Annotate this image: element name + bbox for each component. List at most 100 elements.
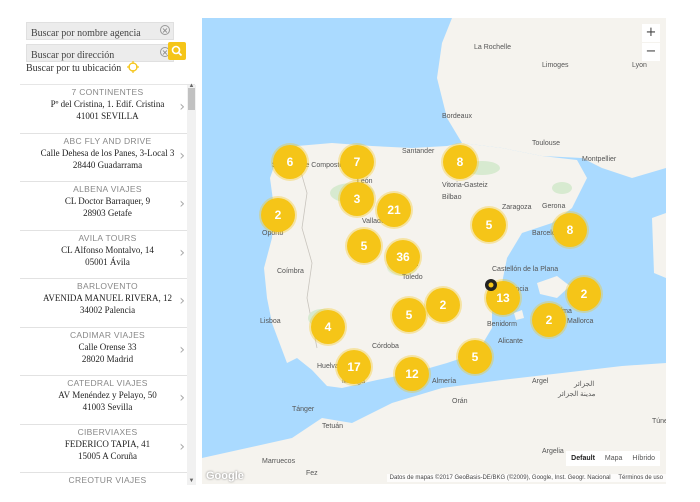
map-type-default[interactable]: Default xyxy=(566,451,600,466)
map-place-label: Bilbao xyxy=(442,194,462,201)
map-cluster[interactable]: 8 xyxy=(443,145,477,179)
address-field[interactable]: × xyxy=(26,44,181,64)
map-place-label: Bordeaux xyxy=(442,113,472,120)
agency-city: 34002 Palencia xyxy=(79,305,136,315)
list-scrollbar[interactable]: ▲ ▼ xyxy=(187,83,196,485)
map-cluster[interactable]: 6 xyxy=(273,145,307,179)
map-cluster[interactable]: 17 xyxy=(337,350,371,384)
map-cluster[interactable]: 8 xyxy=(553,213,587,247)
map-cluster[interactable]: 5 xyxy=(347,229,381,263)
map-land xyxy=(202,18,666,484)
map-place-label: Vitoria-Gasteiz xyxy=(442,182,488,189)
map-place-label: Marruecos xyxy=(262,458,296,465)
chevron-right-icon[interactable]: › xyxy=(179,99,185,115)
map-place-label: Benidorm xyxy=(487,321,517,328)
chevron-right-icon[interactable]: › xyxy=(179,342,185,358)
attribution-text: Datos de mapas ©2017 GeoBasis-DE/BKG (©2… xyxy=(389,475,611,481)
chevron-right-icon[interactable]: › xyxy=(179,390,185,406)
clear-icon[interactable]: × xyxy=(160,25,170,35)
map-place-label: Argelia xyxy=(542,448,564,455)
map-cluster[interactable]: 2 xyxy=(426,288,460,322)
agency-city: 05001 Ávila xyxy=(85,256,130,267)
map-attribution: Datos de mapas ©2017 GeoBasis-DE/BKG (©2… xyxy=(386,474,666,482)
terms-link[interactable]: Términos de uso xyxy=(618,475,663,481)
map-place-label: Mallorca xyxy=(567,318,594,325)
zoom-in-button[interactable]: + xyxy=(642,24,660,42)
agency-name: ABC FLY AND DRIVE xyxy=(63,135,152,146)
chevron-right-icon[interactable]: › xyxy=(179,196,185,212)
agency-address: FEDERICO TAPIA, 41 xyxy=(64,438,151,449)
map-place-label: Castellón de la Plana xyxy=(492,266,559,273)
list-item[interactable]: AVILA TOURS CL Alfonso Montalvo, 14 05001 … xyxy=(20,231,195,279)
map-cluster[interactable]: 5 xyxy=(472,208,506,242)
search-button[interactable] xyxy=(168,42,186,60)
zoom-out-button[interactable]: − xyxy=(642,43,660,61)
agency-city: 41003 Sevilla xyxy=(82,402,133,412)
list-item[interactable]: 7 CONTINENTES Pº del Cristina, 1. Edif. C… xyxy=(20,85,195,134)
map-place-label: Fez xyxy=(306,470,318,477)
map-cluster[interactable]: 5 xyxy=(392,298,426,332)
map-cluster[interactable]: 2 xyxy=(261,198,295,232)
map-place-label: Toledo xyxy=(402,274,423,281)
agency-address: Calle Dehesa de los Panes, 3-Local 3 xyxy=(40,147,175,158)
agency-name-input[interactable] xyxy=(27,25,181,42)
chevron-right-icon[interactable]: › xyxy=(179,293,185,309)
agency-address: CL Doctor Barraquer, 9 xyxy=(64,196,151,206)
map-place-label: Limoges xyxy=(542,62,569,69)
agency-name: CIBERVIAXES xyxy=(77,426,138,437)
map-cluster[interactable]: 2 xyxy=(567,277,601,311)
map-cluster[interactable]: 5 xyxy=(458,340,492,374)
agency-name: ALBENA VIAJES xyxy=(73,184,142,194)
scroll-down-arrow[interactable]: ▼ xyxy=(187,478,196,484)
map-cluster[interactable]: 4 xyxy=(311,310,345,344)
map-cluster[interactable]: 21 xyxy=(377,193,411,227)
map-cluster[interactable]: 12 xyxy=(395,357,429,391)
map-place-label: Coímbra xyxy=(277,268,304,275)
agency-city: 28020 Madrid xyxy=(81,353,134,364)
map-place-label: مدينة الجزائر xyxy=(558,391,596,398)
map-place-label: Orán xyxy=(452,398,468,405)
list-item[interactable]: ALBENA VIAJES CL Doctor Barraquer, 9 28903… xyxy=(20,182,195,231)
map-view[interactable]: La Rochelle Limoges Lyon Bordeaux Toulouse Mo… xyxy=(202,18,666,484)
map-place-label: الجزائر xyxy=(574,381,595,388)
chevron-right-icon[interactable]: › xyxy=(179,148,185,164)
search-icon xyxy=(171,45,183,57)
agency-city: 28903 Getafe xyxy=(83,208,132,218)
map-place-label: Tánger xyxy=(292,406,315,413)
agency-city: 28440 Guadarrama xyxy=(72,159,143,170)
list-item[interactable]: BARLOVENTO AVENIDA MANUEL RIVERA, 12 34002… xyxy=(20,279,195,328)
list-item[interactable]: CADIMAR VIAJES Calle Orense 33 28020 Madri… xyxy=(20,328,195,376)
map-place-label: Gerona xyxy=(542,203,566,210)
map-cluster[interactable]: 2 xyxy=(532,303,566,337)
map-type-hybrid[interactable]: Híbrido xyxy=(627,451,660,466)
google-logo: Google xyxy=(206,470,244,482)
map-place-label: Lyon xyxy=(632,62,647,69)
map-place-label: Montpellier xyxy=(582,156,617,163)
map-cluster[interactable]: 7 xyxy=(340,145,374,179)
map-place-label: La Rochelle xyxy=(474,44,511,51)
list-item[interactable]: CREOTUR VIAJES› xyxy=(20,473,195,486)
map-type-map[interactable]: Mapa xyxy=(600,451,628,466)
map-place-label: Córdoba xyxy=(372,343,399,350)
agency-address: Calle Orense 33 xyxy=(78,341,137,352)
chevron-right-icon[interactable]: › xyxy=(179,245,185,261)
agency-address: AV Menéndez y Pelayo, 50 xyxy=(58,390,157,400)
agency-list[interactable]: 7 CONTINENTES Pº del Cristina, 1. Edif. C… xyxy=(20,84,195,486)
map-place-label: Alicante xyxy=(498,338,523,345)
locate-me-link[interactable]: Buscar por tu ubicación xyxy=(26,61,139,76)
agency-name: 7 CONTINENTES xyxy=(71,87,144,97)
agency-name-field[interactable]: × xyxy=(26,22,181,42)
agency-address: CL Alfonso Montalvo, 14 xyxy=(61,244,154,255)
list-item[interactable]: CIBERVIAXES FEDERICO TAPIA, 41 15005 A Cor… xyxy=(20,425,195,473)
list-item[interactable]: ABC FLY AND DRIVE Calle Dehesa de los Pan… xyxy=(20,134,195,182)
scroll-thumb[interactable] xyxy=(188,88,195,110)
agency-city: 15005 A Coruña xyxy=(77,450,137,461)
map-cluster[interactable]: 36 xyxy=(386,240,420,274)
map-cluster[interactable]: 3 xyxy=(340,182,374,216)
map-place-label: Lisboa xyxy=(260,318,281,325)
map-place-label: Santander xyxy=(402,148,435,155)
map-place-label: Tetuán xyxy=(322,423,344,430)
chevron-right-icon[interactable]: › xyxy=(179,439,185,455)
list-item[interactable]: CATEDRAL VIAJES AV Menéndez y Pelayo, 50 4… xyxy=(20,376,195,425)
locate-label: Buscar por tu ubicación xyxy=(26,62,122,74)
